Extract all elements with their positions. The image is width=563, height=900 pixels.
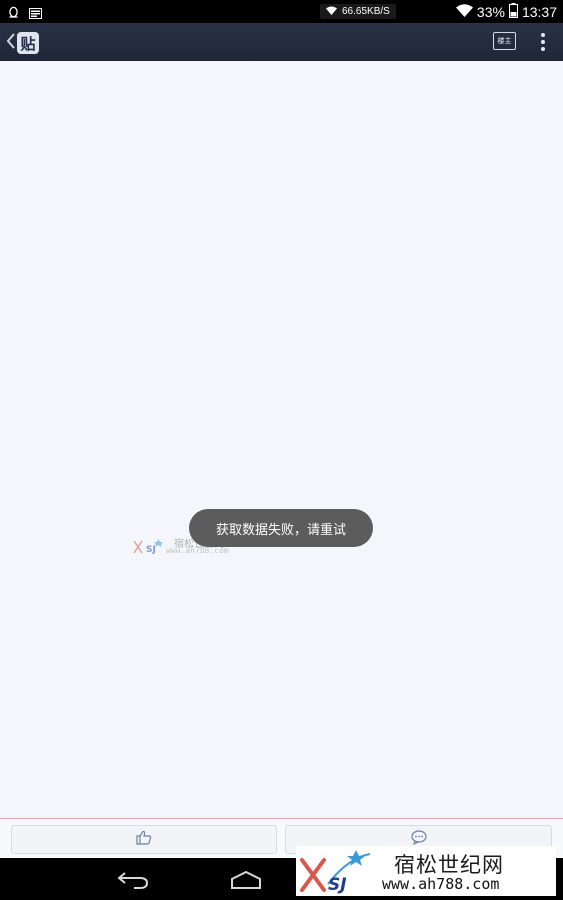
- status-bar: 66.65KB/S 33% 13:37: [0, 0, 563, 23]
- tieba-badge: 贴: [17, 32, 39, 54]
- svg-text:SJ: SJ: [328, 875, 347, 894]
- more-dot: [541, 47, 545, 51]
- more-options-button[interactable]: [533, 31, 553, 53]
- wifi-icon: [455, 4, 473, 20]
- error-toast: 获取数据失败，请重试: [189, 509, 373, 547]
- louzhu-only-button[interactable]: 楼主: [493, 32, 516, 50]
- status-right: 33% 13:37: [455, 3, 557, 21]
- chevron-left-icon: [6, 32, 16, 54]
- wifi-small-icon: [326, 6, 337, 18]
- back-button[interactable]: 贴: [6, 31, 46, 55]
- watermark-large: SJ 宿松世纪网 www.ah788.com: [296, 846, 556, 896]
- title-bar: 贴 楼主: [0, 23, 563, 61]
- svg-text:SJ: SJ: [146, 545, 156, 555]
- like-button[interactable]: [11, 825, 277, 854]
- watermark-large-url: www.ah788.com: [382, 875, 500, 893]
- thumbs-up-icon: [136, 830, 152, 849]
- clock: 13:37: [521, 4, 557, 20]
- battery-icon: [508, 3, 518, 21]
- more-dot: [541, 33, 545, 37]
- nav-home-icon[interactable]: [229, 870, 263, 893]
- net-speed-text: 66.65KB/S: [342, 6, 390, 17]
- nav-back-icon[interactable]: [116, 869, 150, 893]
- qq-icon: [8, 4, 19, 23]
- watermark-logo-icon: SJ: [132, 537, 166, 559]
- post-content-area: [0, 61, 563, 818]
- net-speed-indicator: 66.65KB/S: [320, 4, 396, 19]
- battery-percent: 33%: [476, 4, 505, 20]
- notification-icon: [29, 4, 42, 23]
- watermark-large-logo-icon: SJ: [298, 848, 382, 898]
- status-left-icons: [8, 4, 42, 23]
- watermark-small-url: www.ah788.com: [166, 546, 229, 555]
- more-dot: [541, 40, 545, 44]
